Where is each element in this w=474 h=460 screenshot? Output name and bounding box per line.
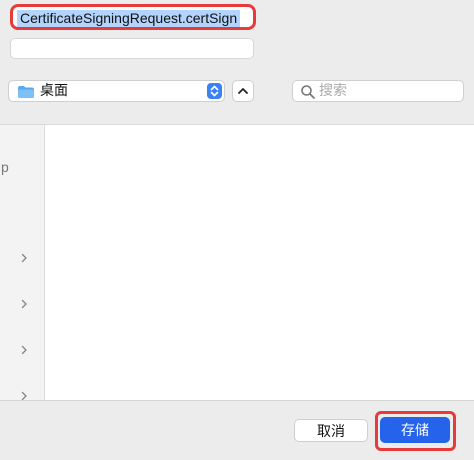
expand-collapse-button[interactable] xyxy=(232,80,254,102)
dialog-footer: 取消 存储 xyxy=(0,400,474,460)
search-field[interactable] xyxy=(292,80,464,102)
file-browser-area[interactable] xyxy=(44,124,474,400)
save-button[interactable]: 存储 xyxy=(380,417,450,443)
magnifier-icon xyxy=(301,85,315,99)
chevron-right-icon[interactable] xyxy=(20,253,28,263)
save-dialog-header: CertificateSigningRequest.certSign 桌面 xyxy=(0,0,474,124)
filename-field[interactable]: CertificateSigningRequest.certSign xyxy=(10,4,256,30)
chevron-right-icon[interactable] xyxy=(20,345,28,355)
sidebar-partial-label: p xyxy=(1,159,9,175)
sidebar: p xyxy=(0,124,44,400)
location-popup[interactable]: 桌面 xyxy=(8,80,225,102)
chevron-up-icon xyxy=(238,88,248,94)
search-input[interactable] xyxy=(319,82,459,100)
chevron-right-icon[interactable] xyxy=(20,391,28,400)
cancel-button[interactable]: 取消 xyxy=(294,419,368,442)
filename-text[interactable]: CertificateSigningRequest.certSign xyxy=(17,10,241,27)
updown-stepper-icon[interactable] xyxy=(207,83,222,99)
folder-icon xyxy=(18,86,34,98)
location-label: 桌面 xyxy=(40,83,68,99)
tags-field[interactable] xyxy=(10,38,254,59)
chevron-right-icon[interactable] xyxy=(20,299,28,309)
